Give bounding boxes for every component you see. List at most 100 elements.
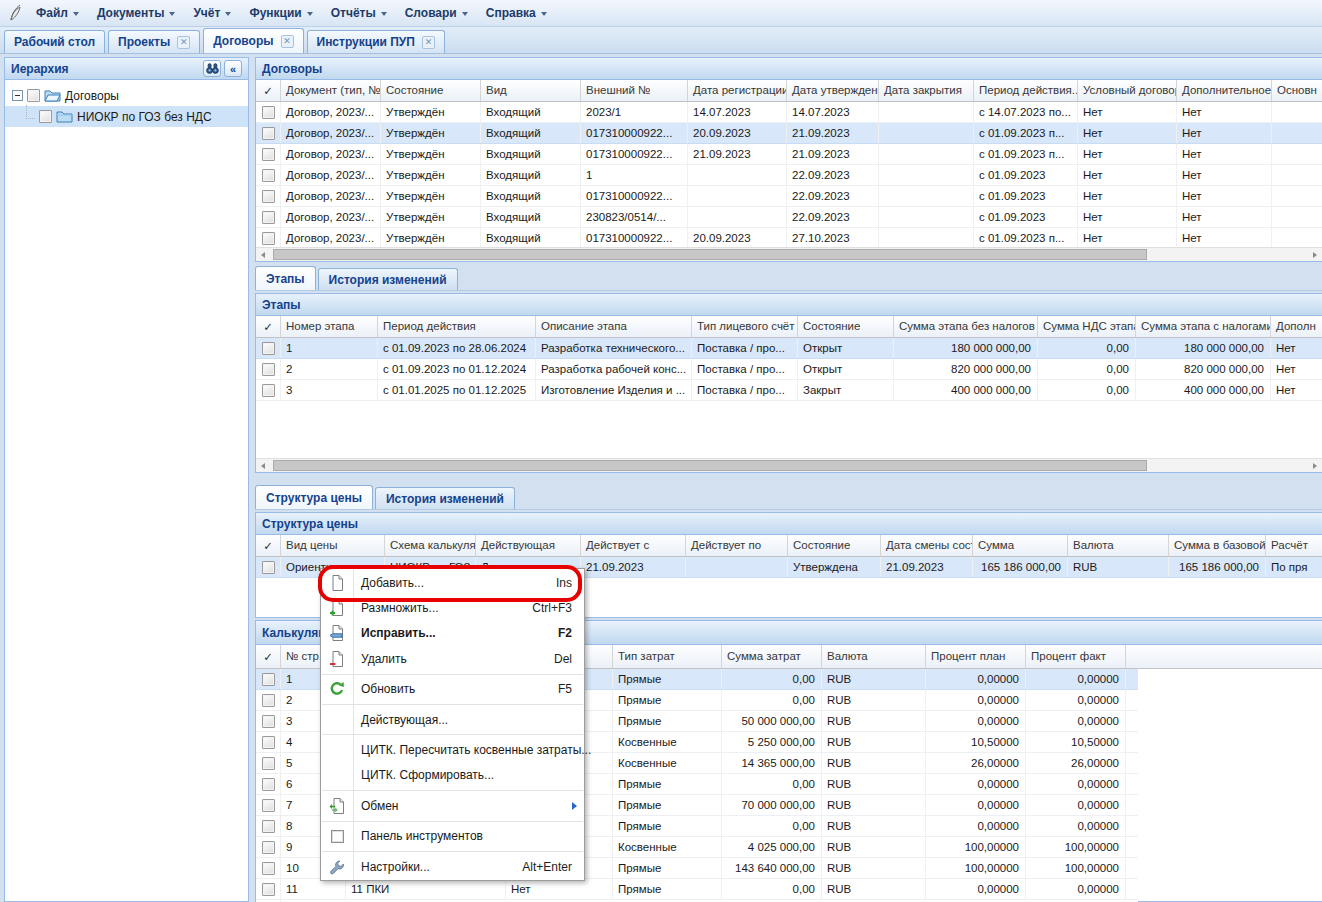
- context-menu-item[interactable]: Панель инструментов: [321, 824, 584, 849]
- column-header[interactable]: Основн: [1272, 80, 1322, 101]
- close-icon[interactable]: ✕: [422, 36, 435, 49]
- scroll-right-icon[interactable]: [1313, 252, 1317, 258]
- column-header[interactable]: Действует по: [686, 535, 788, 556]
- tab-Инструкции ПУП[interactable]: Инструкции ПУП✕: [307, 30, 445, 53]
- search-button[interactable]: [203, 60, 221, 77]
- table-row[interactable]: 2с 01.09.2023 по 01.12.2024Разработка ра…: [256, 359, 1322, 380]
- row-checkbox[interactable]: [262, 841, 275, 854]
- table-row[interactable]: Договор, 2023/...УтверждёнВходящий017310…: [256, 123, 1322, 144]
- table-row[interactable]: 1111 ПКИНетПрямые0,00RUB0,000000,00000: [256, 879, 1138, 900]
- menubar-item[interactable]: Функции: [240, 0, 321, 26]
- column-header[interactable]: Номер этапа: [281, 316, 378, 337]
- tree-node-checkbox[interactable]: [39, 110, 52, 123]
- column-header[interactable]: Документ (тип, №: [281, 80, 381, 101]
- table-row[interactable]: 1с 01.09.2023 по 28.06.2024Разработка те…: [256, 338, 1322, 359]
- column-header[interactable]: Сумма НДС этапа: [1038, 316, 1136, 337]
- tree-node-root[interactable]: Договоры: [5, 85, 248, 106]
- row-checkbox[interactable]: [262, 169, 275, 182]
- context-menu-item[interactable]: Добавить...Ins: [321, 570, 584, 595]
- context-menu-item[interactable]: Размножить...Ctrl+F3: [321, 595, 584, 620]
- stages-h-scrollbar[interactable]: [256, 458, 1322, 472]
- column-header[interactable]: Валюта: [822, 645, 926, 668]
- column-header[interactable]: Сумма в базовой в: [1169, 535, 1266, 556]
- column-header[interactable]: ✓: [256, 535, 281, 556]
- column-header[interactable]: Дата закрытия: [879, 80, 974, 101]
- column-header[interactable]: Дополнительное с: [1177, 80, 1272, 101]
- table-row[interactable]: 3с 01.01.2025 по 01.12.2025Изготовление …: [256, 380, 1322, 401]
- column-header[interactable]: Состояние: [788, 535, 881, 556]
- context-menu-item[interactable]: Настройки...Alt+Enter: [321, 854, 584, 879]
- column-header[interactable]: Состояние: [798, 316, 894, 337]
- column-header[interactable]: Тип затрат: [613, 645, 722, 668]
- row-checkbox[interactable]: [262, 363, 275, 376]
- row-checkbox[interactable]: [262, 799, 275, 812]
- column-header[interactable]: ✓: [256, 645, 281, 668]
- row-checkbox[interactable]: [262, 715, 275, 728]
- column-header[interactable]: Состояние: [381, 80, 481, 101]
- column-header[interactable]: Описание этапа: [536, 316, 692, 337]
- menubar-item[interactable]: Отчёты: [322, 0, 396, 26]
- tree-node-checkbox[interactable]: [27, 89, 40, 102]
- tab-Рабочий стол[interactable]: Рабочий стол: [4, 30, 105, 53]
- table-row[interactable]: Договор, 2023/...УтверждёнВходящий2023/1…: [256, 102, 1322, 123]
- column-header[interactable]: Дата смены состоя: [881, 535, 973, 556]
- context-menu-item[interactable]: Действующая...: [321, 707, 584, 732]
- section-tab[interactable]: Структура цены: [255, 485, 373, 509]
- collapse-panel-button[interactable]: «: [224, 60, 242, 77]
- row-checkbox[interactable]: [262, 561, 275, 574]
- row-checkbox[interactable]: [262, 736, 275, 749]
- tab-Проекты[interactable]: Проекты✕: [108, 30, 200, 53]
- close-icon[interactable]: ✕: [177, 36, 190, 49]
- column-header[interactable]: Действует с: [581, 535, 686, 556]
- column-header[interactable]: Вид цены: [281, 535, 385, 556]
- menubar-item[interactable]: Учёт: [184, 0, 240, 26]
- context-menu-item[interactable]: УдалитьDel: [321, 646, 584, 671]
- column-header[interactable]: Действующая: [476, 535, 581, 556]
- menubar-item[interactable]: Словари: [396, 0, 477, 26]
- row-checkbox[interactable]: [262, 673, 275, 686]
- column-header[interactable]: Валюта: [1068, 535, 1169, 556]
- column-header[interactable]: Дата регистрации.: [688, 80, 787, 101]
- column-header[interactable]: Тип лицевого счёт: [692, 316, 798, 337]
- tree-node-child[interactable]: НИОКР по ГОЗ без НДС: [5, 106, 248, 127]
- row-checkbox[interactable]: [262, 820, 275, 833]
- section-tab[interactable]: История изменений: [318, 268, 458, 290]
- context-menu-item[interactable]: Исправить...F2: [321, 621, 584, 646]
- row-checkbox[interactable]: [262, 862, 275, 875]
- collapse-node-icon[interactable]: [12, 90, 23, 101]
- row-checkbox[interactable]: [262, 211, 275, 224]
- close-icon[interactable]: ✕: [281, 35, 294, 48]
- column-header[interactable]: Сумма затрат: [722, 645, 822, 668]
- column-header[interactable]: Сумма этапа без налогов: [894, 316, 1038, 337]
- column-header[interactable]: Период действия..: [974, 80, 1078, 101]
- row-checkbox[interactable]: [262, 778, 275, 791]
- row-checkbox[interactable]: [262, 190, 275, 203]
- section-tab[interactable]: История изменений: [375, 487, 515, 509]
- scroll-left-icon[interactable]: [261, 252, 265, 258]
- context-menu-item[interactable]: ОбновитьF5: [321, 677, 584, 702]
- table-row[interactable]: Договор, 2023/...УтверждёнВходящий122.09…: [256, 165, 1322, 186]
- menubar-item[interactable]: Файл: [27, 0, 88, 26]
- column-header[interactable]: Дата утверждения: [787, 80, 879, 101]
- row-checkbox[interactable]: [262, 127, 275, 140]
- column-header[interactable]: Условный договор: [1078, 80, 1177, 101]
- table-row[interactable]: Договор, 2023/...УтверждёнВходящий017310…: [256, 144, 1322, 165]
- row-checkbox[interactable]: [262, 342, 275, 355]
- row-checkbox[interactable]: [262, 384, 275, 397]
- tab-Договоры[interactable]: Договоры✕: [203, 28, 303, 53]
- column-header[interactable]: ✓: [256, 80, 281, 101]
- scrollbar-thumb[interactable]: [273, 460, 1147, 471]
- column-header[interactable]: Процент факт: [1026, 645, 1126, 668]
- column-header[interactable]: Внешний №: [581, 80, 688, 101]
- section-tab[interactable]: Этапы: [255, 266, 316, 290]
- table-row[interactable]: Договор, 2023/...УтверждёнВходящий230823…: [256, 207, 1322, 228]
- row-checkbox[interactable]: [262, 232, 275, 245]
- context-menu-item[interactable]: ЦИТК. Пересчитать косвенные затраты...: [321, 737, 584, 762]
- menubar-item[interactable]: Документы: [88, 0, 184, 26]
- column-header[interactable]: Период действия: [378, 316, 536, 337]
- table-row[interactable]: Договор, 2023/...УтверждёнВходящий017310…: [256, 228, 1322, 249]
- column-header[interactable]: Процент план: [926, 645, 1026, 668]
- context-menu-item[interactable]: Обмен: [321, 793, 584, 818]
- column-header[interactable]: Сумма: [973, 535, 1068, 556]
- column-header[interactable]: ✓: [256, 316, 281, 337]
